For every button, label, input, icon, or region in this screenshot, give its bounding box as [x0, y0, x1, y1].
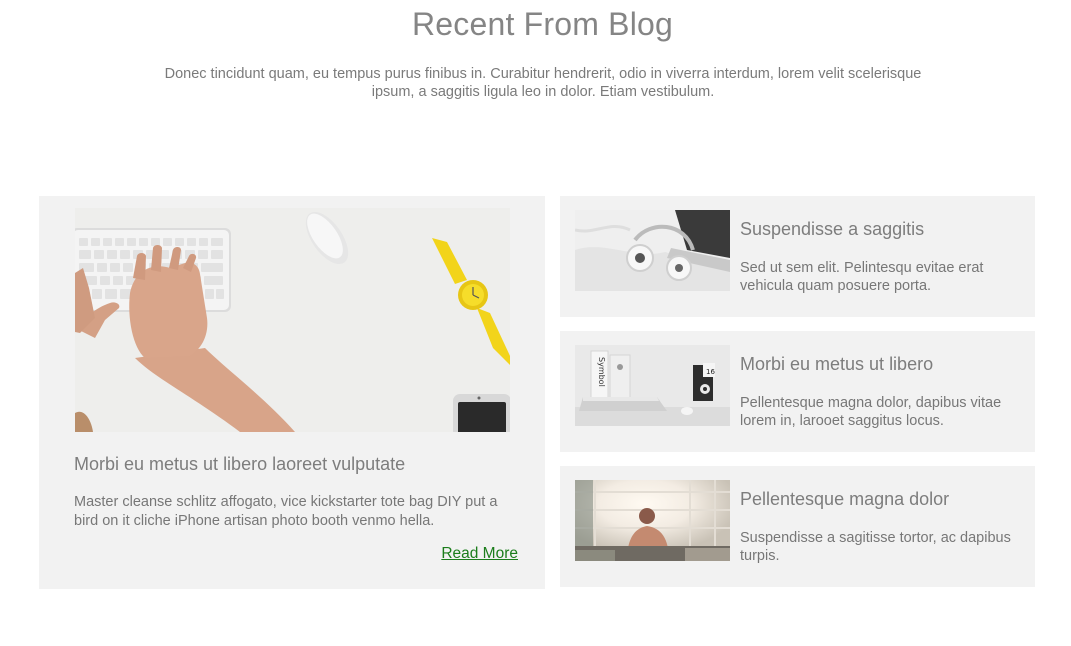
read-more-link[interactable]: Read More	[441, 545, 518, 563]
post-card: Pellentesque magna dolor Suspendisse a s…	[560, 466, 1035, 587]
post-excerpt: Suspendisse a sagitisse tortor, ac dapib…	[740, 530, 1011, 564]
post-card: Symbol 16 Morbi eu metus ut libero Pelle…	[560, 331, 1035, 452]
post-excerpt: Pellentesque magna dolor, dapibus vitae …	[740, 395, 1002, 429]
featured-post-card: Morbi eu metus ut libero laoreet vulputa…	[39, 196, 545, 589]
section-title: Recent From Blog	[411, 6, 674, 42]
section-description: Donec tincidunt quam, eu tempus purus fi…	[164, 66, 922, 100]
post-card: Suspendisse a saggitis Sed ut sem elit. …	[560, 196, 1035, 317]
calendar-number: 16	[706, 368, 715, 376]
post-excerpt: Sed ut sem elit. Pelintesqu evitae erat …	[740, 260, 984, 294]
post-title[interactable]: Suspendisse a saggitis	[740, 219, 924, 240]
featured-post-title[interactable]: Morbi eu metus ut libero laoreet vulputa…	[74, 454, 405, 475]
featured-post-excerpt: Master cleanse schlitz affogato, vice ki…	[74, 494, 498, 529]
featured-post-image[interactable]	[75, 208, 510, 432]
post-image[interactable]	[575, 480, 730, 561]
post-image[interactable]	[575, 210, 730, 291]
post-title[interactable]: Morbi eu metus ut libero	[740, 354, 933, 375]
post-title[interactable]: Pellentesque magna dolor	[740, 489, 949, 510]
post-image[interactable]: Symbol 16	[575, 345, 730, 426]
book-label: Symbol	[597, 357, 606, 387]
